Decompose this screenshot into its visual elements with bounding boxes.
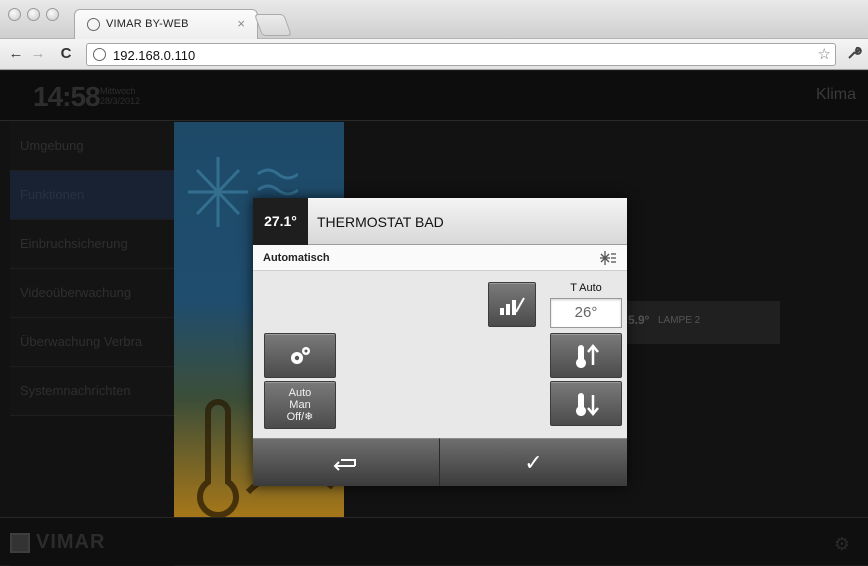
thermostat-dialog: 27.1° THERMOSTAT BAD Automatisch T Auto … bbox=[253, 198, 627, 486]
sidebar: Umgebung Funktionen Einbruchsicherung Vi… bbox=[10, 122, 174, 566]
browser-titlebar: VIMAR BY-WEB × bbox=[0, 0, 868, 39]
t-auto-label: T Auto bbox=[570, 282, 602, 294]
device-tile-lampe-2[interactable]: 5.9° LAMPE 2 bbox=[622, 301, 780, 344]
sidebar-item-einbruchsicherung[interactable]: Einbruchsicherung bbox=[10, 220, 174, 269]
date: 28/3/2012 bbox=[100, 96, 141, 106]
mode-option-man: Man bbox=[289, 399, 311, 411]
wrench-icon[interactable] bbox=[846, 45, 862, 65]
page-title: Klima bbox=[815, 86, 856, 103]
clock: 14:58 bbox=[33, 81, 101, 112]
checkmark-icon: ✓ bbox=[524, 449, 543, 475]
back-button[interactable] bbox=[253, 438, 440, 486]
weekday: Mittwoch bbox=[100, 86, 136, 96]
confirm-button[interactable]: ✓ bbox=[440, 438, 627, 486]
close-tab-icon[interactable]: × bbox=[237, 16, 245, 31]
tile-label: LAMPE 2 bbox=[658, 315, 701, 326]
forward-arrow-icon[interactable]: → bbox=[30, 45, 46, 62]
app-header: 14:58 Mittwoch 28/3/2012 Klima bbox=[0, 71, 868, 121]
address-bar[interactable]: 192.168.0.110 ☆ bbox=[86, 43, 836, 66]
mode-option-off: Off/❄ bbox=[286, 411, 314, 423]
mode-label: Automatisch bbox=[263, 252, 330, 264]
temperature-down-button[interactable] bbox=[550, 381, 622, 426]
sidebar-item-funktionen[interactable]: Funktionen bbox=[10, 171, 174, 220]
gears-icon bbox=[291, 346, 310, 364]
vimar-logo-text: VIMAR bbox=[36, 531, 106, 553]
mode-toggle-button[interactable]: Auto Man Off/❄ bbox=[264, 381, 336, 429]
mode-bar: Automatisch bbox=[253, 245, 627, 271]
globe-icon bbox=[93, 48, 106, 61]
back-arrow-icon[interactable]: ← bbox=[8, 45, 24, 62]
current-temperature: 27.1° bbox=[253, 198, 308, 245]
tab-title: VIMAR BY-WEB bbox=[106, 18, 189, 30]
dialog-footer: ✓ bbox=[253, 438, 627, 486]
return-arrow-icon bbox=[333, 458, 356, 471]
sidebar-item-ueberwachung-verbrauch[interactable]: Überwachung Verbra bbox=[10, 318, 174, 367]
settings-gear-icon[interactable]: ⚙ bbox=[834, 534, 850, 555]
minimize-window-button[interactable] bbox=[27, 8, 40, 21]
tile-value: 5.9° bbox=[628, 313, 650, 327]
dialog-title: THERMOSTAT BAD bbox=[317, 214, 444, 230]
mode-option-auto: Auto bbox=[288, 387, 312, 399]
reload-icon[interactable]: C bbox=[58, 45, 74, 62]
zoom-window-button[interactable] bbox=[46, 8, 59, 21]
t-auto-value: 26° bbox=[550, 298, 622, 328]
snowflake-mode-icon bbox=[600, 251, 616, 265]
globe-icon bbox=[87, 18, 100, 31]
browser-tab[interactable]: VIMAR BY-WEB × bbox=[74, 9, 258, 39]
bar-chart-edit-icon bbox=[500, 297, 525, 315]
sidebar-item-videoueberwachung[interactable]: Videoüberwachung bbox=[10, 269, 174, 318]
browser-toolbar: ← → C 192.168.0.110 ☆ bbox=[0, 39, 868, 70]
vimar-logo-icon bbox=[10, 533, 30, 553]
sidebar-item-umgebung[interactable]: Umgebung bbox=[10, 122, 174, 171]
close-window-button[interactable] bbox=[8, 8, 21, 21]
thermometer-down-icon bbox=[576, 392, 599, 416]
thermometer-up-icon bbox=[576, 343, 599, 368]
settings-button[interactable] bbox=[264, 333, 336, 378]
dialog-header: 27.1° THERMOSTAT BAD bbox=[253, 198, 627, 245]
url-text[interactable]: 192.168.0.110 bbox=[113, 48, 195, 63]
bookmark-star-icon[interactable]: ☆ bbox=[818, 45, 831, 63]
temperature-up-button[interactable] bbox=[550, 333, 622, 378]
new-tab-button[interactable] bbox=[253, 14, 293, 36]
app-footer: VIMAR ⚙ bbox=[0, 517, 868, 565]
sidebar-item-systemnachrichten[interactable]: Systemnachrichten bbox=[10, 367, 174, 416]
program-chart-button[interactable] bbox=[488, 282, 536, 327]
